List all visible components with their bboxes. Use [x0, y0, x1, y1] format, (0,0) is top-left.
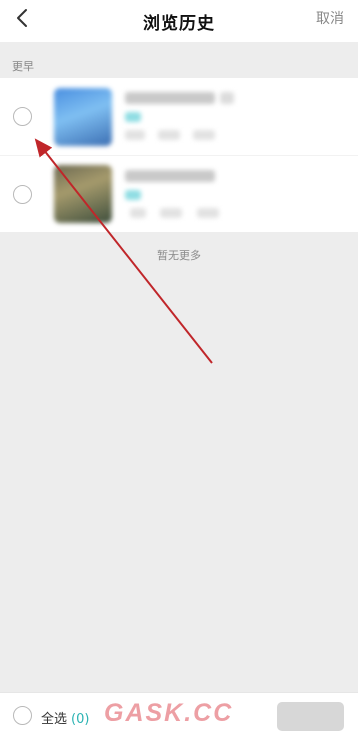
item-meta-blurred: [197, 208, 219, 218]
history-item[interactable]: [0, 155, 358, 232]
select-all-text: 全选: [41, 712, 68, 727]
item-meta-blurred: [158, 130, 180, 140]
history-list: [0, 78, 358, 232]
item-title-blurred: [125, 92, 215, 104]
item-meta-blurred: [193, 130, 215, 140]
cancel-button[interactable]: 取消: [316, 8, 344, 28]
item-thumbnail: [54, 165, 112, 223]
back-button[interactable]: [10, 6, 34, 30]
item-title-blurred: [125, 170, 215, 182]
no-more-text: 暂无更多: [157, 249, 201, 262]
chevron-left-icon: [17, 9, 27, 27]
selected-count: (0): [71, 712, 90, 727]
item-meta-blurred: [160, 208, 182, 218]
item-meta-blurred: [125, 130, 145, 140]
section-label-earlier: 更早: [12, 60, 34, 73]
history-item[interactable]: [0, 78, 358, 155]
page-title: 浏览历史: [143, 13, 215, 34]
select-all-radio[interactable]: [13, 706, 32, 725]
header-bar: 浏览历史 取消: [0, 0, 358, 42]
bottom-action-bar: 全选 (0) GASK.CC: [0, 692, 358, 739]
watermark-logo: GASK.CC: [104, 699, 234, 727]
item-badge-blurred: [125, 112, 141, 122]
select-all-label[interactable]: 全选 (0): [41, 708, 89, 727]
item-select-radio[interactable]: [13, 184, 32, 204]
item-select-radio[interactable]: [13, 107, 32, 126]
item-meta-blurred: [130, 208, 146, 218]
delete-button[interactable]: [277, 702, 344, 731]
item-badge-blurred: [125, 190, 141, 200]
item-thumbnail: [54, 87, 112, 146]
item-tag-blurred: [220, 92, 234, 104]
